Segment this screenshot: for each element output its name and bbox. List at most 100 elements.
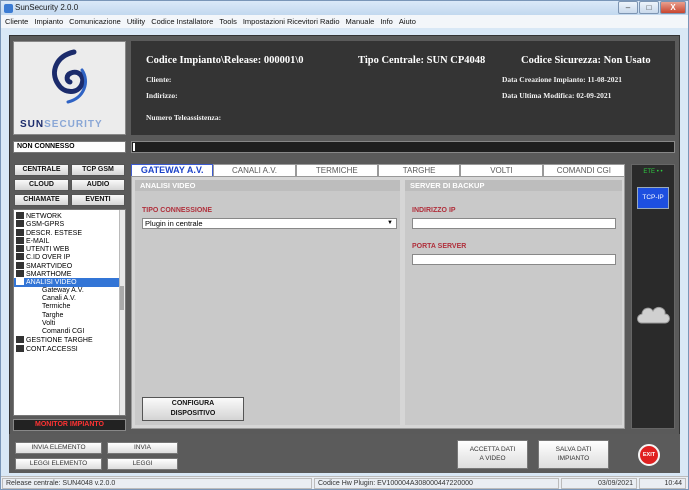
tab-canali-a-v-[interactable]: CANALI A.V. (213, 164, 296, 176)
nav-item-c-id-over-ip[interactable]: C.ID OVER IP (14, 253, 125, 261)
navigation-tree: NETWORK GSM-GPRS DESCR. ESTESE E-MAIL UTENTI… (13, 209, 126, 416)
porta-server-input[interactable] (412, 254, 616, 265)
nav-item-network[interactable]: NETWORK (14, 212, 125, 220)
tcp-gsm-button[interactable]: TCP GSM (71, 164, 125, 176)
invia-elemento-button[interactable]: INVIA ELEMENTO (15, 442, 102, 454)
accetta-dati-button[interactable]: ACCETTA DATI A VIDEO (457, 440, 528, 469)
leggi-elemento-button[interactable]: LEGGI ELEMENTO (15, 458, 102, 470)
nav-item-label: NETWORK (26, 213, 62, 220)
chevron-down-icon: ▼ (387, 220, 393, 226)
minimize-button[interactable]: – (618, 1, 638, 14)
tab-bar: GATEWAY A.V. CANALI A.V. TERMICHE TARGHE VOL… (131, 164, 625, 176)
nav-item-gateway-a-v-[interactable]: Gateway A.V. (14, 287, 125, 295)
nav-item-descr-estese[interactable]: DESCR. ESTESE (14, 228, 125, 237)
nav-item-volti[interactable]: Volti (14, 320, 125, 328)
nav-item-termiche[interactable]: Termiche (14, 303, 125, 311)
data-modifica: Data Ultima Modifica: 02-09-2021 (502, 91, 612, 100)
tab-targhe[interactable]: TARGHE (377, 164, 461, 176)
menu-item-aiuto[interactable]: Aiuto (399, 15, 416, 28)
nav-item-gestione-targhe[interactable]: GESTIONE TARGHE (14, 336, 125, 344)
camera-icon (16, 278, 24, 286)
home-icon (16, 270, 24, 278)
tab-termiche[interactable]: TERMICHE (295, 164, 378, 176)
right-connection-panel: ETE • • TCP-IP (631, 164, 675, 429)
nav-item-cont-accessi[interactable]: CONT.ACCESSI (14, 344, 125, 353)
nav-item-smartvideo[interactable]: SMARTVIDEO (14, 261, 125, 270)
network-icon (16, 212, 24, 219)
nav-item-smarthome[interactable]: SMARTHOME (14, 270, 125, 278)
nav-item-comandi-cgi[interactable]: Comandi CGI (14, 328, 125, 336)
nav-scrollbar-thumb[interactable] (120, 286, 124, 310)
menu-item-impostazioni-ricevitori-radio[interactable]: Impostazioni Ricevitori Radio (243, 15, 340, 28)
menu-item-comunicazione[interactable]: Comunicazione (69, 15, 121, 28)
nav-item-analisi-video[interactable]: ANALISI VIDEO (14, 278, 125, 287)
nav-item-gsm-gprs[interactable]: GSM-GPRS (14, 220, 125, 228)
tab-volti[interactable]: VOLTI (460, 164, 543, 176)
app-icon (4, 4, 13, 13)
tipo-centrale: Tipo Centrale: SUN CP4048 (358, 55, 486, 66)
users-icon (16, 245, 24, 253)
leggi-button[interactable]: LEGGI (107, 458, 178, 470)
nav-item-canali-a-v-[interactable]: Canali A.V. (14, 295, 125, 303)
audio-button[interactable]: AUDIO (71, 179, 125, 191)
nav-item-label: C.ID OVER IP (26, 254, 71, 262)
numero-teleassistenza-label: Numero Teleassistenza: (146, 113, 222, 122)
tipo-connessione-label: TIPO CONNESSIONE (142, 207, 213, 214)
email-icon (16, 236, 24, 244)
title-bar: SunSecurity 2.0.0 (1, 1, 688, 15)
analisi-video-section: ANALISI VIDEO TIPO CONNESSIONE Plugin in… (135, 180, 400, 425)
exit-button[interactable]: EXIT (638, 444, 660, 466)
eventi-button[interactable]: EVENTI (71, 194, 125, 206)
maximize-button[interactable]: □ (639, 1, 659, 14)
menu-item-info[interactable]: Info (380, 15, 393, 28)
nav-item-label: ANALISI VIDEO (26, 279, 77, 287)
access-icon (16, 344, 24, 352)
phone-icon (16, 253, 24, 261)
configura-dispositivo-button[interactable]: CONFIGURA DISPOSITIVO (142, 397, 244, 421)
cloud-button[interactable]: CLOUD (14, 179, 69, 191)
nav-item-utenti-web[interactable]: UTENTI WEB (14, 245, 125, 253)
indirizzo-label: Indirizzo: (146, 91, 178, 100)
codice-hw-plugin: Codice Hw Plugin: EV100004A3080004472200… (314, 478, 559, 489)
chiamate-button[interactable]: CHIAMATE (14, 194, 69, 206)
nav-item-targhe[interactable]: Targhe (14, 312, 125, 320)
nav-item-label: DESCR. ESTESE (26, 229, 83, 237)
tab-comandi-cgi[interactable]: COMANDI CGI (542, 164, 625, 176)
invia-button[interactable]: INVIA (107, 442, 178, 454)
monitor-impianto-button[interactable]: MONITOR IMPIANTO (13, 419, 126, 431)
menu-item-codice-installatore[interactable]: Codice Installatore (151, 15, 213, 28)
logo-panel: SUNSECURITY (13, 41, 126, 135)
nav-item-label: E-MAIL (26, 237, 50, 245)
codice-sicurezza: Codice Sicurezza: Non Usato (521, 55, 651, 66)
list-icon (16, 228, 24, 236)
nav-item-label: Volti (42, 319, 56, 327)
salva-dati-button[interactable]: SALVA DATI IMPIANTO (538, 440, 609, 469)
plate-icon (16, 336, 24, 344)
tipo-connessione-value: Plugin in centrale (145, 219, 203, 228)
tcp-ip-button[interactable]: TCP-IP (637, 187, 669, 209)
menu-item-tools[interactable]: Tools (219, 15, 237, 28)
gateway-av-panel: ANALISI VIDEO TIPO CONNESSIONE Plugin in… (131, 176, 625, 429)
nav-item-e-mail[interactable]: E-MAIL (14, 236, 125, 245)
menu-item-utility[interactable]: Utility (127, 15, 145, 28)
status-bar: Release centrale: SUN4048 v.2.0.0 Codice… (1, 476, 688, 489)
cliente-label: Cliente: (146, 75, 172, 84)
codice-impianto: Codice Impianto\Release: 000001\0 (146, 55, 304, 66)
menu-item-cliente[interactable]: Cliente (5, 15, 28, 28)
menu-item-manuale[interactable]: Manuale (346, 15, 375, 28)
centrale-button[interactable]: CENTRALE (14, 164, 69, 176)
nav-item-label: SMARTVIDEO (26, 262, 73, 270)
nav-item-label: Canali A.V. (42, 294, 76, 302)
tipo-connessione-select[interactable]: Plugin in centrale ▼ (142, 218, 397, 229)
menu-item-impianto[interactable]: Impianto (34, 15, 63, 28)
nav-item-label: Termiche (42, 303, 71, 311)
close-button[interactable]: X (660, 1, 686, 14)
nav-scrollbar[interactable] (119, 210, 125, 415)
swirl-logo-icon (52, 49, 87, 104)
indirizzo-ip-input[interactable] (412, 218, 616, 229)
nav-item-label: UTENTI WEB (26, 246, 70, 254)
server-backup-title: SERVER DI BACKUP (405, 180, 622, 191)
tab-gateway-a-v-[interactable]: GATEWAY A.V. (131, 164, 214, 176)
porta-server-label: PORTA SERVER (412, 243, 467, 250)
nav-item-label: GESTIONE TARGHE (26, 337, 93, 345)
